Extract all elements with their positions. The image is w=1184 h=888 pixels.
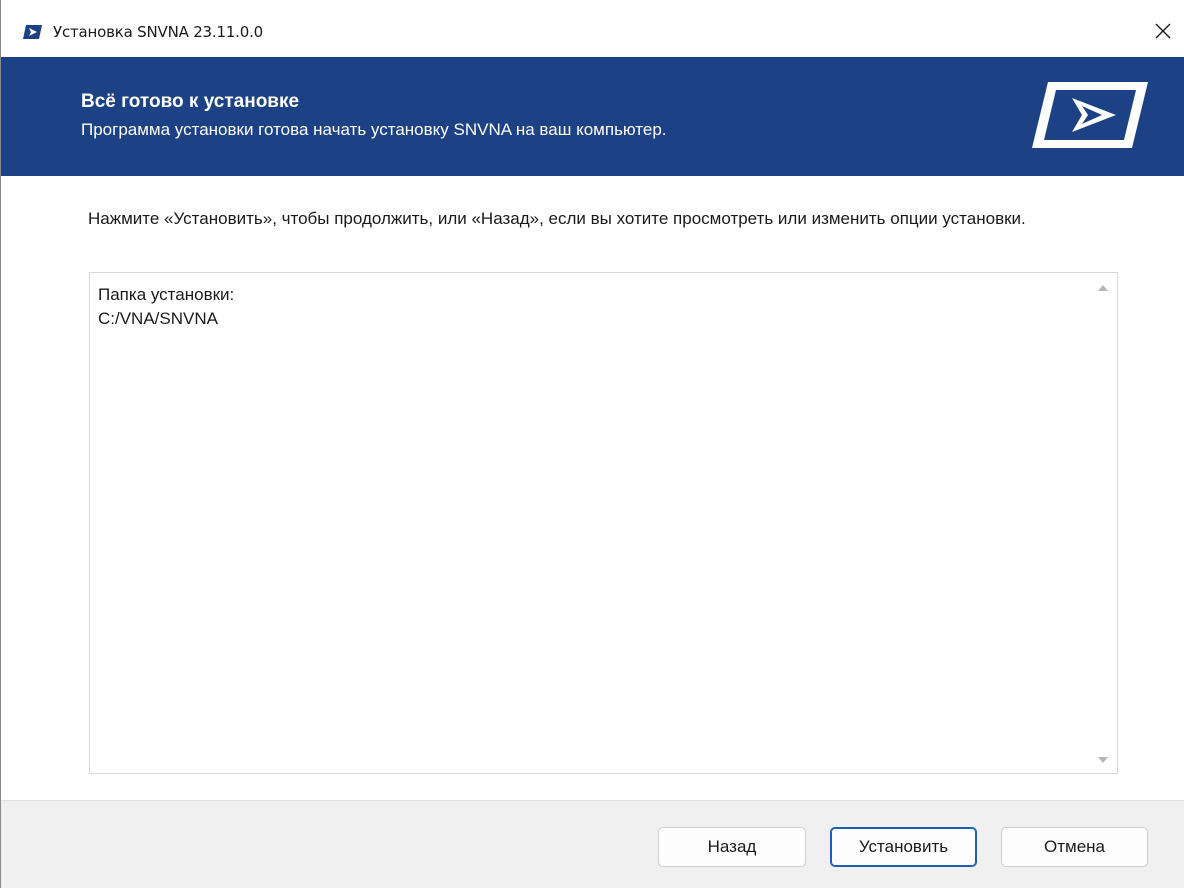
close-button[interactable]	[1141, 12, 1184, 52]
cancel-button[interactable]: Отмена	[1001, 827, 1148, 867]
close-icon	[1155, 23, 1171, 39]
scroll-down-arrow-icon[interactable]	[1097, 753, 1109, 765]
window-title: Установка SNVNA 23.11.0.0	[53, 23, 263, 41]
installation-summary[interactable]: Папка установки: C:/VNA/SNVNA	[89, 272, 1118, 774]
snvna-logo-icon	[1032, 82, 1148, 148]
scroll-up-arrow-icon[interactable]	[1097, 281, 1109, 293]
install-button[interactable]: Установить	[830, 827, 977, 867]
summary-line-folder-label: Папка установки:	[98, 285, 235, 304]
app-logo-icon	[23, 25, 42, 39]
instruction-text: Нажмите «Установить», чтобы продолжить, …	[88, 209, 1026, 228]
page-title: Всё готово к установке	[81, 91, 300, 112]
page-subtitle: Программа установки готова начать устано…	[81, 120, 667, 139]
summary-content: Папка установки: C:/VNA/SNVNA	[98, 283, 234, 331]
installer-window: Установка SNVNA 23.11.0.0 Всё готово к у…	[0, 0, 1184, 888]
back-button[interactable]: Назад	[658, 827, 806, 867]
summary-line-folder-path: C:/VNA/SNVNA	[98, 309, 218, 328]
title-bar[interactable]: Установка SNVNA 23.11.0.0	[1, 0, 1184, 57]
header-banner: Всё готово к установке Программа установ…	[1, 57, 1184, 176]
button-bar: Назад Установить Отмена	[1, 800, 1184, 888]
